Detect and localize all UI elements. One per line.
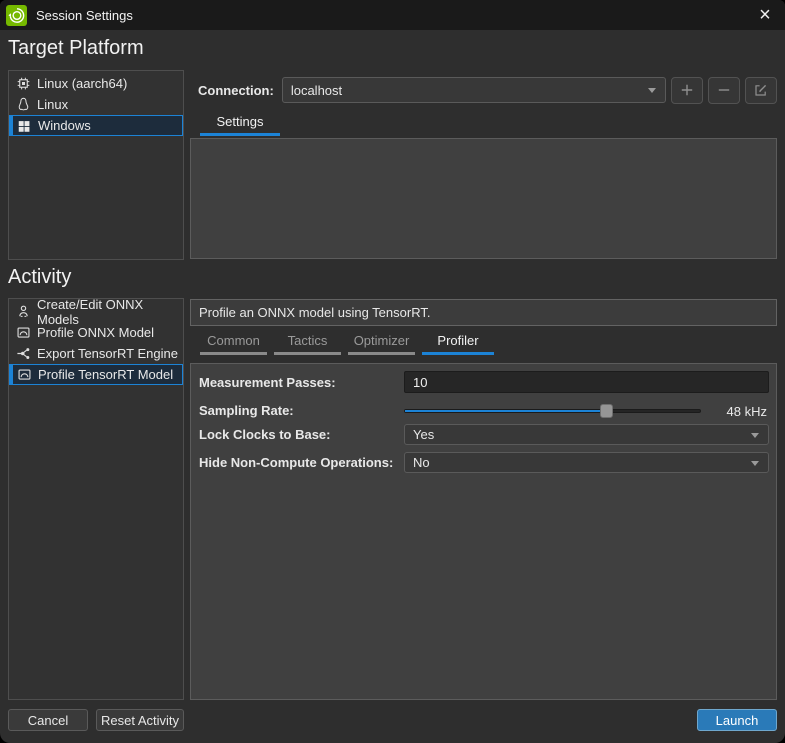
measurement-passes-row: Measurement Passes:	[191, 371, 776, 393]
sampling-rate-slider[interactable]	[404, 404, 701, 418]
platform-item-linux-aarch64[interactable]: Linux (aarch64)	[9, 73, 183, 94]
activity-item-label: Profile TensorRT Model	[38, 367, 174, 382]
platform-item-windows[interactable]: Windows	[9, 115, 183, 136]
activity-heading: Activity	[8, 266, 72, 288]
measurement-passes-label: Measurement Passes:	[199, 374, 336, 390]
slider-track	[404, 409, 701, 413]
tab-optimizer[interactable]: Optimizer	[348, 333, 415, 355]
platform-item-label: Linux (aarch64)	[37, 76, 128, 91]
launch-button[interactable]: Launch	[697, 709, 777, 731]
activity-item-export-tensorrt-engine[interactable]: Export TensorRT Engine	[9, 343, 183, 364]
remove-connection-button[interactable]	[708, 76, 740, 104]
platform-item-label: Windows	[38, 118, 91, 133]
add-connection-button[interactable]	[671, 76, 703, 104]
tab-profiler[interactable]: Profiler	[422, 333, 494, 355]
platform-item-linux[interactable]: Linux	[9, 94, 183, 115]
chevron-down-icon	[751, 460, 759, 466]
minus-icon	[716, 82, 732, 98]
lock-clocks-label: Lock Clocks to Base:	[199, 427, 331, 442]
activity-item-label: Create/Edit ONNX Models	[37, 296, 144, 327]
hide-non-compute-row: Hide Non-Compute Operations: No	[191, 452, 776, 473]
profile-chart-icon	[15, 325, 31, 341]
activity-item-profile-tensorrt-model[interactable]: Profile TensorRT Model	[9, 364, 183, 385]
user-icon	[15, 304, 31, 320]
lock-clocks-value: Yes	[413, 427, 435, 442]
chevron-down-icon	[648, 88, 656, 93]
windows-icon	[16, 118, 32, 134]
edit-connection-button[interactable]	[745, 76, 777, 104]
connection-select[interactable]: localhost	[281, 77, 666, 103]
tab-common[interactable]: Common	[200, 333, 267, 355]
sampling-rate-handle[interactable]	[599, 404, 613, 418]
close-button[interactable]: ×	[749, 0, 781, 30]
connection-value: localhost	[290, 82, 343, 98]
window-title: Session Settings	[36, 7, 133, 23]
measurement-passes-input[interactable]	[404, 371, 769, 393]
penguin-icon	[15, 97, 31, 113]
sampling-rate-value: 48 kHz	[726, 403, 767, 419]
lock-clocks-select[interactable]: Yes	[404, 424, 769, 445]
chip-icon	[15, 76, 31, 92]
sampling-rate-label: Sampling Rate:	[199, 402, 294, 418]
hide-non-compute-label: Hide Non-Compute Operations:	[199, 455, 394, 470]
target-platform-list: Linux (aarch64) Linux Windows	[8, 70, 184, 260]
activity-description: Profile an ONNX model using TensorRT.	[199, 305, 431, 320]
titlebar[interactable]: Session Settings ×	[0, 0, 785, 30]
plus-icon	[679, 82, 695, 98]
hide-non-compute-value: No	[413, 455, 430, 470]
tab-tactics[interactable]: Tactics	[274, 333, 341, 355]
reset-activity-button[interactable]: Reset Activity	[96, 709, 184, 731]
network-graph-icon	[15, 346, 31, 362]
activity-list: Create/Edit ONNX Models Profile ONNX Mod…	[8, 297, 184, 700]
session-settings-dialog: Session Settings × Target Platform Linux…	[0, 0, 785, 743]
settings-panel	[190, 138, 777, 259]
activity-item-create-edit-onnx-models[interactable]: Create/Edit ONNX Models	[9, 297, 183, 327]
profile-chart-icon	[16, 367, 32, 383]
activity-description-box: Profile an ONNX model using TensorRT.	[190, 299, 777, 326]
sampling-rate-fill	[405, 410, 606, 412]
cancel-button[interactable]: Cancel	[8, 709, 88, 731]
edit-icon	[753, 82, 769, 98]
activity-item-label: Export TensorRT Engine	[37, 346, 178, 361]
target-platform-heading: Target Platform	[8, 37, 144, 59]
sampling-rate-row: Sampling Rate: 48 kHz	[191, 400, 776, 420]
activity-item-label: Profile ONNX Model	[37, 325, 155, 340]
lock-clocks-row: Lock Clocks to Base: Yes	[191, 424, 776, 445]
hide-non-compute-select[interactable]: No	[404, 452, 769, 473]
connection-label: Connection:	[198, 82, 274, 98]
platform-item-label: Linux	[37, 97, 69, 112]
activity-tabs: Common Tactics Optimizer Profiler	[200, 333, 494, 355]
tab-settings[interactable]: Settings	[200, 114, 280, 136]
profiler-form-panel: Measurement Passes: Sampling Rate: 48 kH…	[190, 363, 777, 700]
app-icon	[6, 4, 27, 26]
connection-row: Connection: localhost	[190, 76, 777, 104]
chevron-down-icon	[751, 432, 759, 438]
